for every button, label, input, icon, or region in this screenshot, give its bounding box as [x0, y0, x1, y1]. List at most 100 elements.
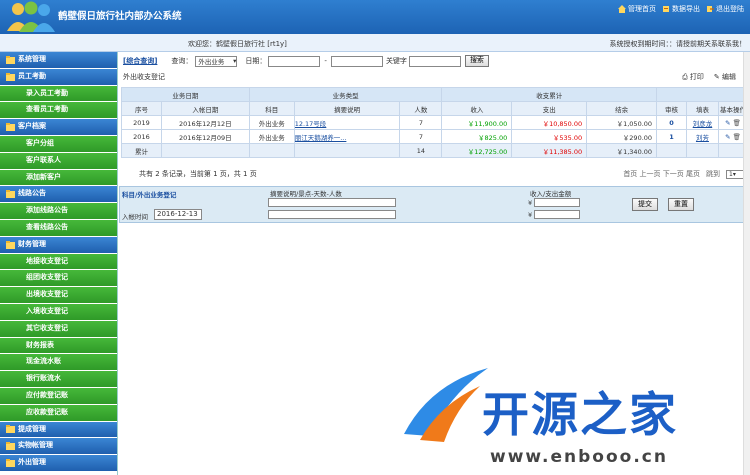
sidebar-label: 客户档案	[18, 122, 46, 131]
total-people: 14	[399, 143, 443, 158]
sidebar-head-0[interactable]: 系统管理	[0, 52, 117, 68]
sidebar-item-16[interactable]: 其它收支登记	[0, 320, 117, 337]
section-title: 外出收支登记	[123, 73, 165, 81]
sidebar-item-19[interactable]: 银行账流水	[0, 371, 117, 387]
sidebar-label: 地接收支登记	[26, 256, 68, 265]
sidebar-head-11[interactable]: 财务管理	[0, 236, 117, 253]
reset-button[interactable]: 重置	[668, 198, 694, 211]
logout-icon	[707, 6, 714, 12]
folder-icon	[6, 425, 15, 434]
sidebar-item-12[interactable]: 地接收支登记	[0, 253, 117, 270]
watermark: 开源之家 www.enbooo.cn	[380, 362, 750, 475]
table-total-row: 累计 14 ￥12,725.00 ￥11,385.00 ￥1,340.00	[121, 143, 749, 158]
swoosh-logo-icon	[404, 368, 488, 442]
print-button[interactable]: ⎙ 打印	[682, 72, 704, 82]
sidebar-label: 其它收支登记	[26, 323, 68, 332]
query-label: 查询：	[171, 57, 193, 65]
sidebar-head-4[interactable]: 客户档案	[0, 119, 117, 135]
sidebar-label: 出境收支登记	[26, 290, 68, 299]
pencil-icon[interactable]: ✎	[725, 119, 730, 127]
cell-desc[interactable]: 12.17号段	[295, 120, 326, 128]
column-header: 填表	[685, 101, 719, 116]
amount-label: 收入/支出金额	[530, 190, 572, 198]
submit-button[interactable]: 提交	[632, 198, 658, 211]
sidebar-label: 录入员工考勤	[26, 88, 68, 97]
pencil-icon[interactable]: ✎	[725, 133, 730, 141]
sidebar-item-14[interactable]: 出境收支登记	[0, 287, 117, 303]
table-group-header: 业务日期 业务类型 收支累计	[121, 87, 748, 102]
sidebar-head-24[interactable]: 外出管理	[0, 455, 117, 471]
sidebar-item-2[interactable]: 录入员工考勤	[0, 85, 117, 102]
sidebar-label: 应付款登记账	[26, 390, 68, 399]
trash-icon[interactable]: 🗑	[733, 119, 741, 127]
sidebar-item-17[interactable]: 财务报表	[0, 337, 117, 354]
pager-nav: 首页 上一页 下一页 尾页 跳到 1 ▾	[623, 169, 744, 179]
total-income: ￥12,725.00	[441, 143, 513, 158]
sidebar-item-5[interactable]: 客户分组	[0, 135, 117, 152]
logout-link[interactable]: 退出登陆	[706, 4, 744, 14]
pager-links[interactable]: 首页 上一页 下一页 尾页	[623, 169, 700, 179]
cell-people: 7	[418, 132, 423, 141]
sidebar-head-8[interactable]: 线路公告	[0, 186, 117, 203]
search-button[interactable]: 搜索	[464, 55, 489, 67]
home-icon	[618, 5, 626, 13]
folder-icon	[6, 459, 15, 468]
keyword-input[interactable]	[408, 55, 461, 67]
income-currency: ¥	[528, 199, 533, 207]
sidebar-head-23[interactable]: 实物帐管理	[0, 438, 117, 455]
welcome-text: 欢迎您：鹤壁假日旅行社 [rt1y]	[188, 40, 287, 48]
total-balance: ￥1,340.00	[586, 143, 658, 158]
total-expense: ￥11,385.00	[511, 143, 588, 158]
expense-amount-input[interactable]	[534, 210, 580, 219]
edit-label: 编辑	[722, 73, 736, 81]
income-amount-input[interactable]	[534, 198, 580, 207]
sidebar-label: 客户分组	[26, 138, 54, 147]
sidebar-label: 外出管理	[18, 458, 46, 467]
sidebar-head-22[interactable]: 提成管理	[0, 421, 117, 438]
group-header-sum: 收支累计	[441, 87, 658, 102]
query-select[interactable]: 外出业务 ▾	[195, 55, 238, 67]
sidebar-item-10[interactable]: 查看线路公告	[0, 219, 117, 236]
sidebar-item-21[interactable]: 应收款登记账	[0, 404, 117, 421]
cell-filler[interactable]: 刘芳	[696, 134, 709, 142]
trash-icon[interactable]: 🗑	[733, 133, 741, 141]
sidebar-label: 财务管理	[18, 239, 46, 248]
folder-icon	[6, 240, 15, 249]
jump-label: 跳到	[706, 170, 720, 178]
sidebar-item-18[interactable]: 现金流水账	[0, 354, 117, 371]
export-link[interactable]: 数据导出	[662, 4, 700, 14]
date-to-input[interactable]	[330, 55, 383, 67]
entry-title: 科目/外出业务登记	[122, 191, 177, 199]
desc-input-2[interactable]	[268, 210, 396, 219]
folder-icon	[6, 442, 15, 451]
info-bar: 欢迎您：鹤壁假日旅行社 [rt1y] 系统授权到期时间：：请授前期关系联系我！	[0, 34, 750, 52]
column-header: 审核	[656, 101, 687, 116]
date-from-input[interactable]	[268, 55, 321, 67]
cell-filler[interactable]: 刘彦龙	[693, 120, 713, 128]
sidebar-item-15[interactable]: 入境收支登记	[0, 303, 117, 320]
table-row: 2019 2016年12月12日 外出业务 12.17号段 7 ￥11,900.00 ￥10…	[121, 115, 749, 130]
tab-query[interactable]: [综合查询]	[123, 56, 157, 66]
sidebar-head-1[interactable]: 员工考勤	[0, 68, 117, 85]
edit-button[interactable]: ✎ 编辑	[714, 72, 736, 82]
sidebar-item-13[interactable]: 组团收支登记	[0, 270, 117, 287]
entry-date-label: 入帐时间	[122, 213, 148, 221]
cell-balance: ￥1,050.00	[616, 119, 653, 128]
home-link[interactable]: 管理首页	[618, 4, 656, 14]
sidebar-item-20[interactable]: 应付款登记账	[0, 387, 117, 404]
entry-date-input[interactable]: 2016-12-13	[154, 209, 202, 220]
sidebar-item-7[interactable]: 添加新客户	[0, 169, 117, 186]
app-title: 鹤壁假日旅行社内部办公系统	[58, 11, 182, 22]
sidebar-item-6[interactable]: 客户联系人	[0, 152, 117, 169]
page-select[interactable]: 1 ▾	[726, 169, 744, 179]
table-header: 序号 入帐日期 科目 摘要说明 人数 收入 支出 结余 审核 填表 基本操作	[121, 101, 749, 116]
logout-link-label: 退出登陆	[716, 5, 744, 13]
sidebar-item-3[interactable]: 查看员工考勤	[0, 102, 117, 119]
cell-subject: 外出业务	[258, 119, 285, 128]
column-header: 支出	[511, 101, 588, 116]
cell-desc[interactable]: 丽江天鹅湖养一...	[295, 134, 346, 142]
cell-date: 2016年12月09日	[179, 133, 232, 142]
sidebar-item-9[interactable]: 添加线路公告	[0, 203, 117, 219]
desc-input-1[interactable]	[268, 198, 396, 207]
column-header: 摘要说明	[293, 101, 401, 116]
